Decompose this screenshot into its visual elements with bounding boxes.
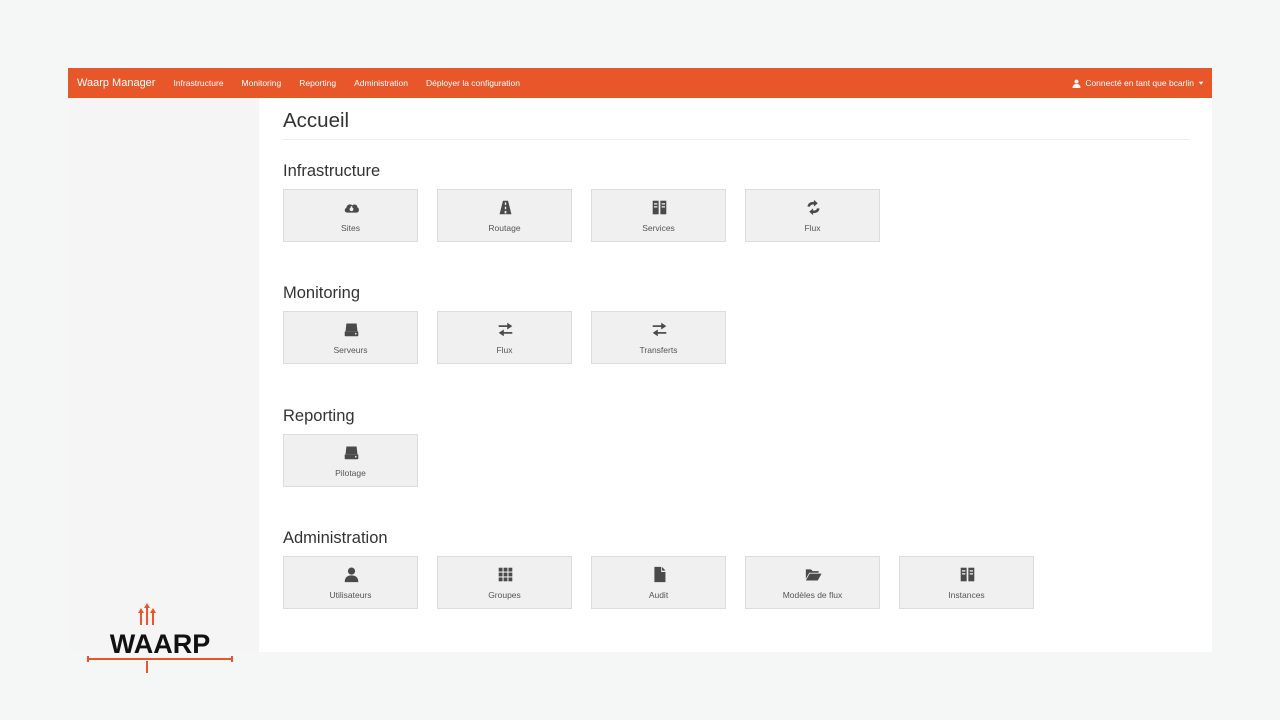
section-title-reporting: Reporting	[283, 407, 355, 425]
user-menu-dropdown[interactable]: Connecté en tant que bcarlin	[1072, 78, 1212, 88]
tile-label: Flux	[804, 223, 821, 233]
nav-reporting[interactable]: Reporting	[290, 78, 345, 88]
tile-serveurs[interactable]: Serveurs	[283, 311, 418, 364]
tile-pilotage[interactable]: Pilotage	[283, 434, 418, 487]
app-window: Waarp Manager Infrastructure Monitoring …	[68, 68, 1212, 673]
tile-routage[interactable]: Routage	[437, 189, 572, 242]
tile-label: Services	[642, 223, 675, 233]
cloud-icon	[343, 199, 360, 216]
tile-flux-monitoring[interactable]: Flux	[437, 311, 572, 364]
tile-sites[interactable]: Sites	[283, 189, 418, 242]
tile-transferts[interactable]: Transferts	[591, 311, 726, 364]
nav-infrastructure[interactable]: Infrastructure	[164, 78, 232, 88]
nav-administration[interactable]: Administration	[345, 78, 417, 88]
page-title: Accueil	[283, 109, 350, 132]
tile-instances[interactable]: Instances	[899, 556, 1034, 609]
book-icon	[651, 199, 668, 216]
tile-label: Groupes	[488, 590, 521, 600]
brand-link[interactable]: Waarp Manager	[68, 77, 164, 89]
waarp-logo: WAARP	[86, 603, 234, 677]
top-navbar: Waarp Manager Infrastructure Monitoring …	[68, 68, 1212, 98]
section-title-monitoring: Monitoring	[283, 284, 361, 302]
hdd-icon	[343, 444, 360, 461]
tile-flux-infrastructure[interactable]: Flux	[745, 189, 880, 242]
tile-label: Sites	[341, 223, 360, 233]
tile-label: Routage	[488, 223, 521, 233]
title-divider	[283, 139, 1189, 140]
nav-deploy-configuration[interactable]: Déployer la configuration	[417, 78, 529, 88]
tile-label: Instances	[948, 590, 985, 600]
tile-audit[interactable]: Audit	[591, 556, 726, 609]
transfer-icon	[651, 321, 668, 338]
user-menu-label: Connecté en tant que bcarlin	[1085, 78, 1194, 88]
section-title-infrastructure: Infrastructure	[283, 162, 381, 180]
refresh-icon	[805, 199, 822, 216]
book-icon	[959, 566, 976, 583]
nav-monitoring[interactable]: Monitoring	[233, 78, 291, 88]
logo-wordmark: WAARP	[110, 629, 211, 659]
tile-label: Transferts	[639, 345, 678, 355]
tile-label: Audit	[648, 590, 669, 600]
th-icon	[497, 566, 514, 583]
user-icon	[1072, 79, 1081, 88]
transfer-icon	[497, 321, 514, 338]
hdd-icon	[343, 321, 360, 338]
tile-label: Modèles de flux	[782, 590, 843, 600]
caret-down-icon	[1198, 80, 1204, 86]
tile-label: Serveurs	[333, 345, 368, 355]
file-icon	[651, 566, 668, 583]
user-icon	[343, 566, 360, 583]
tile-label: Pilotage	[335, 468, 366, 478]
tile-utilisateurs[interactable]: Utilisateurs	[283, 556, 418, 609]
tile-label: Flux	[496, 345, 513, 355]
tile-label: Utilisateurs	[329, 590, 372, 600]
folder-open-icon	[805, 566, 822, 583]
section-title-administration: Administration	[283, 529, 388, 547]
tile-services[interactable]: Services	[591, 189, 726, 242]
tile-modeles-de-flux[interactable]: Modèles de flux	[745, 556, 880, 609]
road-icon	[497, 199, 514, 216]
sidebar: WAARP	[68, 98, 259, 673]
tile-groupes[interactable]: Groupes	[437, 556, 572, 609]
